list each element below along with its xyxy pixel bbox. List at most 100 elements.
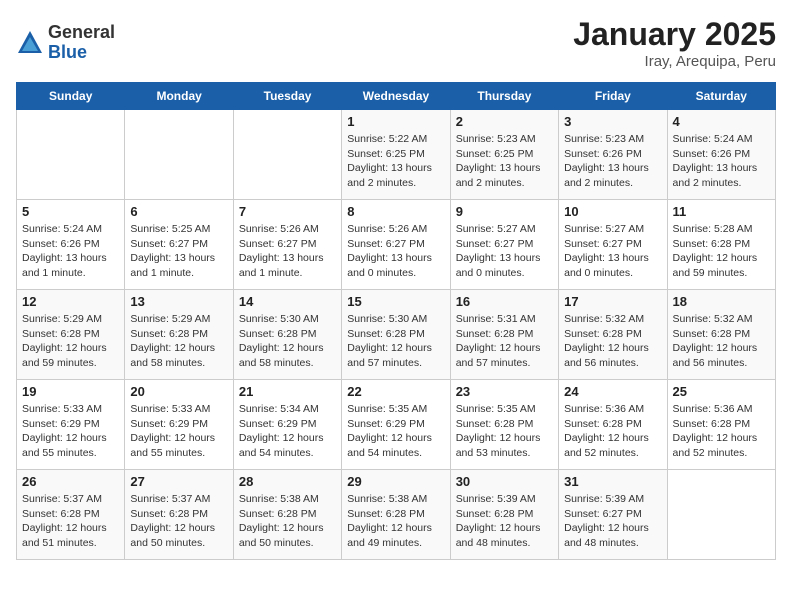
day-number: 28 <box>239 474 336 489</box>
calendar-cell <box>233 110 341 200</box>
calendar-cell: 23Sunrise: 5:35 AM Sunset: 6:28 PM Dayli… <box>450 380 558 470</box>
calendar-week-row: 19 Sunrise: 5:33 AM Sunset: 6:29 PM Dayli… <box>17 380 776 470</box>
day-info: Sunrise: 5:23 AM Sunset: 6:25 PM Dayligh… <box>456 132 553 191</box>
logo: General Blue <box>16 23 115 63</box>
day-info: Sunrise: 5:38 AM Sunset: 6:28 PM Dayligh… <box>347 492 444 551</box>
calendar-cell: 18 Sunrise: 5:32 AM Sunset: 6:28 PM Dayli… <box>667 290 775 380</box>
day-number: 21 <box>239 384 336 399</box>
day-info: Sunrise: 5:36 AM Sunset: 6:28 PM Dayligh… <box>564 402 661 461</box>
month-title: January 2025 <box>573 16 776 53</box>
day-info: Sunrise: 5:33 AM Sunset: 6:29 PM Dayligh… <box>22 402 119 461</box>
day-info: Sunrise: 5:39 AM Sunset: 6:27 PM Dayligh… <box>564 492 661 551</box>
day-info: Sunrise: 5:37 AM Sunset: 6:28 PM Dayligh… <box>130 492 227 551</box>
day-number: 26 <box>22 474 119 489</box>
day-number: 18 <box>673 294 770 309</box>
day-info: Sunrise: 5:27 AM Sunset: 6:27 PM Dayligh… <box>564 222 661 281</box>
logo-icon <box>16 29 44 57</box>
calendar-cell: 27 Sunrise: 5:37 AM Sunset: 6:28 PM Dayli… <box>125 470 233 560</box>
calendar-header-row: SundayMondayTuesdayWednesdayThursdayFrid… <box>17 83 776 110</box>
logo-general-text: General <box>48 23 115 43</box>
calendar-cell: 15 Sunrise: 5:30 AM Sunset: 6:28 PM Dayli… <box>342 290 450 380</box>
day-number: 17 <box>564 294 661 309</box>
calendar-cell: 16Sunrise: 5:31 AM Sunset: 6:28 PM Dayli… <box>450 290 558 380</box>
day-info: Sunrise: 5:24 AM Sunset: 6:26 PM Dayligh… <box>22 222 119 281</box>
day-header-sunday: Sunday <box>17 83 125 110</box>
day-info: Sunrise: 5:26 AM Sunset: 6:27 PM Dayligh… <box>347 222 444 281</box>
day-number: 19 <box>22 384 119 399</box>
day-number: 23 <box>456 384 553 399</box>
day-info: Sunrise: 5:26 AM Sunset: 6:27 PM Dayligh… <box>239 222 336 281</box>
day-number: 24 <box>564 384 661 399</box>
day-info: Sunrise: 5:39 AM Sunset: 6:28 PM Dayligh… <box>456 492 553 551</box>
calendar-cell: 31 Sunrise: 5:39 AM Sunset: 6:27 PM Dayli… <box>559 470 667 560</box>
calendar-week-row: 5 Sunrise: 5:24 AM Sunset: 6:26 PM Daylig… <box>17 200 776 290</box>
day-number: 1 <box>347 114 444 129</box>
calendar-cell: 26Sunrise: 5:37 AM Sunset: 6:28 PM Dayli… <box>17 470 125 560</box>
day-info: Sunrise: 5:30 AM Sunset: 6:28 PM Dayligh… <box>347 312 444 371</box>
calendar-week-row: 26 Sunrise: 5:37 AM Sunset: 6:28 PM Dayli… <box>17 470 776 560</box>
calendar-cell: 14 Sunrise: 5:30 AM Sunset: 6:28 PM Dayli… <box>233 290 341 380</box>
day-number: 6 <box>130 204 227 219</box>
calendar-cell <box>17 110 125 200</box>
day-info: Sunrise: 5:38 AM Sunset: 6:28 PM Dayligh… <box>239 492 336 551</box>
day-number: 11 <box>673 204 770 219</box>
day-number: 15 <box>347 294 444 309</box>
day-number: 2 <box>456 114 553 129</box>
day-number: 5 <box>22 204 119 219</box>
day-header-monday: Monday <box>125 83 233 110</box>
day-number: 7 <box>239 204 336 219</box>
calendar-cell: 29 Sunrise: 5:38 AM Sunset: 6:28 PM Dayli… <box>342 470 450 560</box>
title-block: January 2025 Iray, Arequipa, Peru <box>573 16 776 70</box>
calendar-cell: 1 Sunrise: 5:22 AM Sunset: 6:25 PM Daylig… <box>342 110 450 200</box>
calendar-cell <box>125 110 233 200</box>
calendar-week-row: 12 Sunrise: 5:29 AM Sunset: 6:28 PM Dayli… <box>17 290 776 380</box>
calendar-cell: 7 Sunrise: 5:26 AM Sunset: 6:27 PM Daylig… <box>233 200 341 290</box>
day-info: Sunrise: 5:24 AM Sunset: 6:26 PM Dayligh… <box>673 132 770 191</box>
calendar-cell: 11 Sunrise: 5:28 AM Sunset: 6:28 PM Dayli… <box>667 200 775 290</box>
day-number: 4 <box>673 114 770 129</box>
calendar-cell: 8Sunrise: 5:26 AM Sunset: 6:27 PM Daylig… <box>342 200 450 290</box>
day-number: 27 <box>130 474 227 489</box>
day-info: Sunrise: 5:30 AM Sunset: 6:28 PM Dayligh… <box>239 312 336 371</box>
calendar-cell <box>667 470 775 560</box>
day-header-saturday: Saturday <box>667 83 775 110</box>
calendar-cell: 28 Sunrise: 5:38 AM Sunset: 6:28 PM Dayli… <box>233 470 341 560</box>
calendar-cell: 2 Sunrise: 5:23 AM Sunset: 6:25 PM Daylig… <box>450 110 558 200</box>
calendar-table: SundayMondayTuesdayWednesdayThursdayFrid… <box>16 82 776 560</box>
logo-blue-text: Blue <box>48 43 115 63</box>
day-header-tuesday: Tuesday <box>233 83 341 110</box>
day-info: Sunrise: 5:33 AM Sunset: 6:29 PM Dayligh… <box>130 402 227 461</box>
day-number: 20 <box>130 384 227 399</box>
day-number: 3 <box>564 114 661 129</box>
day-number: 10 <box>564 204 661 219</box>
calendar-cell: 25Sunrise: 5:36 AM Sunset: 6:28 PM Dayli… <box>667 380 775 470</box>
calendar-cell: 19 Sunrise: 5:33 AM Sunset: 6:29 PM Dayli… <box>17 380 125 470</box>
day-number: 12 <box>22 294 119 309</box>
day-header-friday: Friday <box>559 83 667 110</box>
calendar-cell: 17Sunrise: 5:32 AM Sunset: 6:28 PM Dayli… <box>559 290 667 380</box>
day-number: 16 <box>456 294 553 309</box>
calendar-cell: 24 Sunrise: 5:36 AM Sunset: 6:28 PM Dayli… <box>559 380 667 470</box>
day-info: Sunrise: 5:28 AM Sunset: 6:28 PM Dayligh… <box>673 222 770 281</box>
calendar-cell: 9Sunrise: 5:27 AM Sunset: 6:27 PM Daylig… <box>450 200 558 290</box>
calendar-cell: 6 Sunrise: 5:25 AM Sunset: 6:27 PM Daylig… <box>125 200 233 290</box>
calendar-cell: 5 Sunrise: 5:24 AM Sunset: 6:26 PM Daylig… <box>17 200 125 290</box>
calendar-cell: 4 Sunrise: 5:24 AM Sunset: 6:26 PM Daylig… <box>667 110 775 200</box>
day-info: Sunrise: 5:35 AM Sunset: 6:29 PM Dayligh… <box>347 402 444 461</box>
day-info: Sunrise: 5:29 AM Sunset: 6:28 PM Dayligh… <box>130 312 227 371</box>
day-info: Sunrise: 5:22 AM Sunset: 6:25 PM Dayligh… <box>347 132 444 191</box>
day-number: 31 <box>564 474 661 489</box>
day-info: Sunrise: 5:32 AM Sunset: 6:28 PM Dayligh… <box>673 312 770 371</box>
day-info: Sunrise: 5:34 AM Sunset: 6:29 PM Dayligh… <box>239 402 336 461</box>
day-number: 30 <box>456 474 553 489</box>
day-number: 22 <box>347 384 444 399</box>
day-number: 29 <box>347 474 444 489</box>
day-number: 14 <box>239 294 336 309</box>
calendar-week-row: 1 Sunrise: 5:22 AM Sunset: 6:25 PM Daylig… <box>17 110 776 200</box>
day-info: Sunrise: 5:29 AM Sunset: 6:28 PM Dayligh… <box>22 312 119 371</box>
day-info: Sunrise: 5:25 AM Sunset: 6:27 PM Dayligh… <box>130 222 227 281</box>
calendar-cell: 3Sunrise: 5:23 AM Sunset: 6:26 PM Daylig… <box>559 110 667 200</box>
calendar-cell: 30 Sunrise: 5:39 AM Sunset: 6:28 PM Dayli… <box>450 470 558 560</box>
calendar-cell: 12 Sunrise: 5:29 AM Sunset: 6:28 PM Dayli… <box>17 290 125 380</box>
day-info: Sunrise: 5:27 AM Sunset: 6:27 PM Dayligh… <box>456 222 553 281</box>
